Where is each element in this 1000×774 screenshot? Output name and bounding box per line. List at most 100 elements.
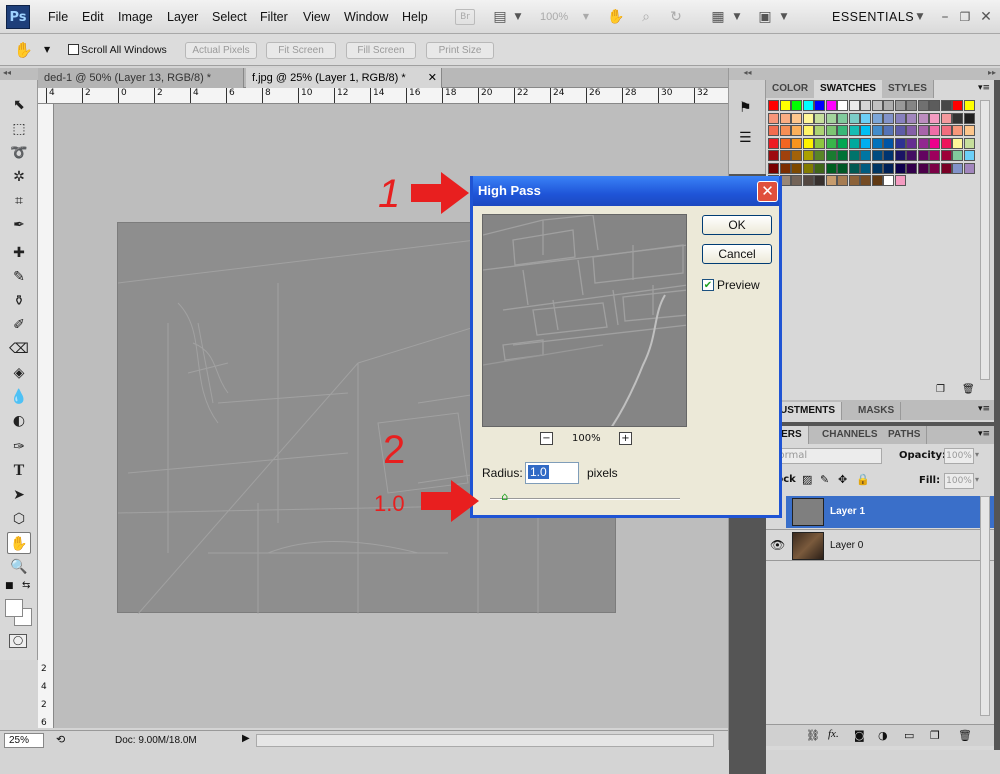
color-swatch[interactable] — [940, 162, 952, 174]
color-swatch[interactable] — [779, 162, 791, 174]
color-swatch[interactable] — [929, 162, 940, 174]
menu-file[interactable]: File — [48, 10, 68, 24]
color-swatch[interactable] — [883, 125, 894, 136]
color-swatch[interactable] — [779, 150, 791, 161]
color-swatch[interactable] — [906, 137, 917, 149]
color-swatch[interactable] — [837, 175, 848, 186]
foreground-color-swatch[interactable] — [5, 599, 23, 617]
radius-input[interactable]: 1.0 — [525, 462, 579, 484]
layers-scrollbar[interactable] — [980, 496, 990, 716]
color-swatch[interactable] — [940, 125, 952, 136]
color-swatch[interactable] — [871, 137, 883, 149]
marquee-tool-icon[interactable]: ⬚ — [7, 118, 31, 140]
color-swatch[interactable] — [768, 112, 779, 124]
eraser-tool-icon[interactable]: ⌫ — [7, 338, 31, 360]
restore-icon[interactable]: ❐ — [955, 8, 975, 26]
pen-tool-icon[interactable]: ✑ — [7, 436, 31, 458]
rotate-view-icon[interactable]: ↻ — [666, 8, 686, 26]
color-swatch[interactable] — [791, 100, 802, 111]
color-swatch[interactable] — [825, 150, 837, 161]
color-swatch[interactable] — [837, 137, 848, 149]
color-swatch[interactable] — [860, 150, 871, 161]
color-swatch[interactable] — [952, 137, 963, 149]
color-swatch[interactable] — [837, 100, 848, 111]
color-swatch[interactable] — [906, 162, 917, 174]
color-swatch[interactable] — [814, 112, 825, 124]
color-swatch[interactable] — [929, 125, 940, 136]
bridge-icon[interactable]: Br — [455, 9, 475, 25]
history-panel-icon[interactable]: ⚑ — [739, 100, 752, 116]
color-swatch[interactable] — [860, 162, 871, 174]
color-swatch[interactable] — [860, 125, 871, 136]
tab-paths[interactable]: PATHS — [882, 426, 928, 444]
color-swatch[interactable] — [768, 137, 779, 149]
workspace-switcher[interactable]: ESSENTIALS — [832, 10, 914, 24]
hand-tool-icon[interactable]: ✋ — [7, 532, 31, 554]
color-swatch[interactable] — [860, 137, 871, 149]
chevron-down-icon[interactable]: ▼ — [727, 8, 747, 26]
lock-transparency-icon[interactable]: ▨ — [802, 473, 812, 486]
horizontal-scrollbar[interactable] — [256, 734, 714, 747]
color-swatch[interactable] — [814, 125, 825, 136]
menu-view[interactable]: View — [303, 10, 330, 24]
layer-row-layer-1[interactable]: Layer 1 — [766, 496, 994, 528]
color-swatch[interactable] — [802, 100, 814, 111]
color-swatch[interactable] — [906, 150, 917, 161]
lasso-tool-icon[interactable]: ➰ — [7, 142, 31, 164]
color-swatch[interactable] — [768, 162, 779, 174]
color-swatch[interactable] — [825, 125, 837, 136]
move-tool-icon[interactable]: ⬉ — [7, 94, 31, 116]
eye-icon[interactable]: 👁 — [770, 538, 785, 552]
color-swatch[interactable] — [848, 125, 860, 136]
color-swatch[interactable] — [929, 100, 940, 111]
color-swatch[interactable] — [768, 150, 779, 161]
chevron-down-icon[interactable]: ▼ — [576, 8, 596, 26]
color-swatch[interactable] — [906, 112, 917, 124]
color-swatch[interactable] — [894, 162, 906, 174]
color-swatch[interactable] — [825, 112, 837, 124]
color-swatch[interactable] — [768, 125, 779, 136]
color-swatch[interactable] — [837, 162, 848, 174]
menu-filter[interactable]: Filter — [260, 10, 288, 24]
color-swatch[interactable] — [963, 100, 975, 111]
color-swatch[interactable] — [917, 112, 929, 124]
color-swatch[interactable] — [825, 137, 837, 149]
color-swatch[interactable] — [791, 150, 802, 161]
color-swatch[interactable] — [963, 162, 975, 174]
color-swatch[interactable] — [952, 125, 963, 136]
panel-menu-icon[interactable]: ▾≡ — [978, 83, 990, 93]
color-swatch[interactable] — [791, 137, 802, 149]
swap-colors-icon[interactable]: ⇆ — [22, 580, 30, 591]
color-swatch[interactable] — [883, 162, 894, 174]
arrange-documents-icon[interactable]: ▦ — [708, 8, 728, 26]
chevron-down-icon[interactable]: ▼ — [508, 8, 528, 26]
color-swatch[interactable] — [871, 175, 883, 186]
color-swatch[interactable] — [802, 125, 814, 136]
color-swatch[interactable] — [825, 162, 837, 174]
color-swatch[interactable] — [917, 162, 929, 174]
color-swatch[interactable] — [814, 100, 825, 111]
adjustment-layer-icon[interactable]: ◑ — [878, 729, 888, 742]
color-swatch[interactable] — [894, 125, 906, 136]
menu-select[interactable]: Select — [212, 10, 247, 24]
color-swatch[interactable] — [802, 162, 814, 174]
color-swatch[interactable] — [871, 112, 883, 124]
color-swatch[interactable] — [883, 112, 894, 124]
color-swatch[interactable] — [883, 100, 894, 111]
screen-mode-icon[interactable]: ▣ — [755, 8, 775, 26]
dialog-title[interactable]: High Pass — [473, 176, 779, 206]
color-swatch[interactable] — [837, 125, 848, 136]
actions-panel-icon[interactable]: ☰ — [739, 130, 752, 146]
color-swatch[interactable] — [883, 137, 894, 149]
color-swatch[interactable] — [871, 162, 883, 174]
radius-slider-thumb[interactable]: ⌂ — [501, 491, 511, 502]
opacity-field[interactable]: 100% — [944, 448, 974, 464]
color-swatch[interactable] — [929, 112, 940, 124]
color-swatch[interactable] — [848, 150, 860, 161]
zoom-level-field[interactable]: 25% — [4, 733, 44, 748]
color-swatch[interactable] — [802, 175, 814, 186]
healing-brush-tool-icon[interactable]: ✚ — [7, 242, 31, 264]
lock-pixels-icon[interactable]: ✎ — [820, 473, 829, 486]
path-selection-tool-icon[interactable]: ➤ — [7, 484, 31, 506]
zoom-in-icon[interactable]: + — [619, 432, 632, 445]
